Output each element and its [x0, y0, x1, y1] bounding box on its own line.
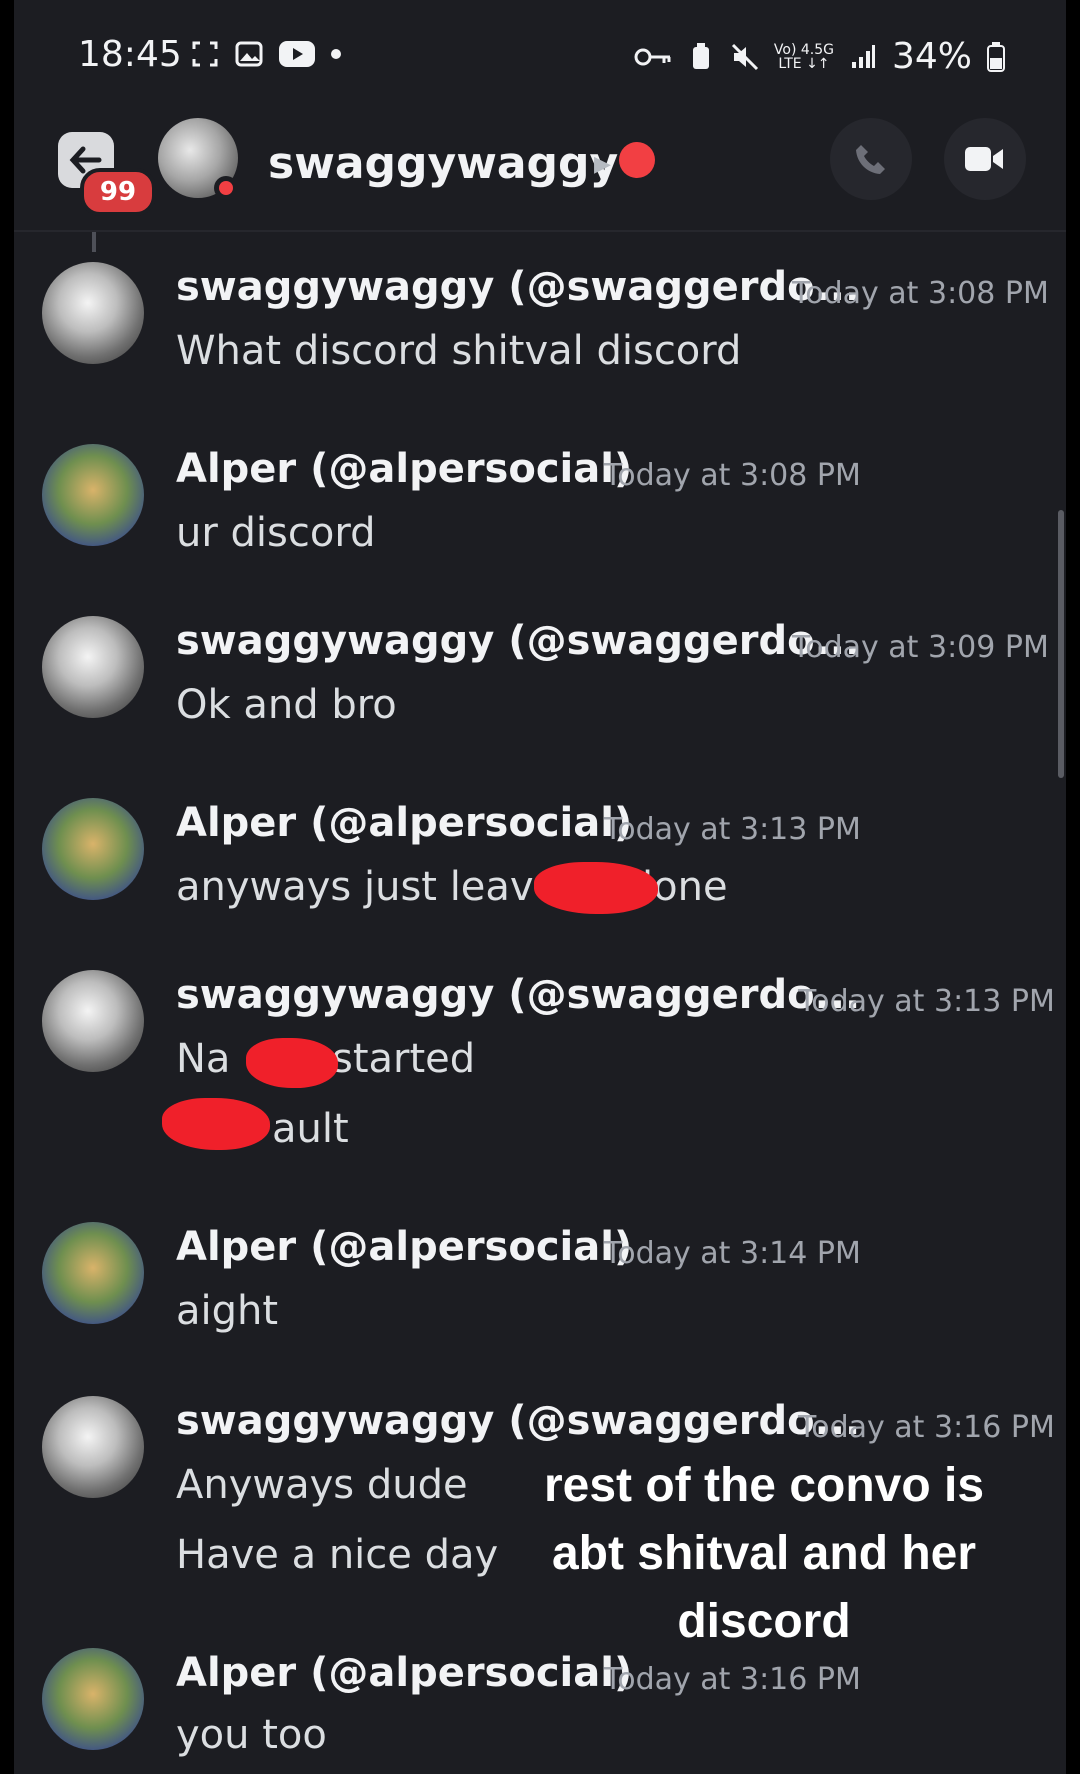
- message-text: you too: [176, 1712, 327, 1758]
- message-text: What discord shitval discord: [176, 328, 742, 374]
- message-author[interactable]: Alper (@alpersocial): [176, 800, 632, 846]
- avatar[interactable]: [42, 970, 144, 1072]
- chevron-right-icon[interactable]: ▶: [594, 152, 611, 177]
- message-text: Na: [176, 1036, 231, 1082]
- youtube-icon: [278, 40, 316, 68]
- message-text: Have a nice day: [176, 1532, 499, 1578]
- channel-title[interactable]: swaggywaggy: [268, 138, 618, 189]
- avatar[interactable]: [42, 262, 144, 364]
- message-author[interactable]: swaggywaggy (@swaggerdo...: [176, 972, 860, 1018]
- redaction-mark: [162, 1098, 270, 1150]
- system-icons: Vo) 4.5G LTE ↓↑ 34%: [634, 36, 1006, 77]
- screenshot-icon: [190, 40, 220, 68]
- message-text: Anyways dude: [176, 1462, 468, 1508]
- redaction-mark: [246, 1038, 338, 1088]
- avatar[interactable]: [42, 798, 144, 900]
- message-author[interactable]: swaggywaggy (@swaggerdo...: [176, 618, 860, 664]
- redaction-mark: [534, 862, 658, 914]
- message-timestamp: Today at 3:08 PM: [792, 276, 1049, 311]
- message-text: Ok and bro: [176, 682, 397, 728]
- message-author[interactable]: swaggywaggy (@swaggerdo...: [176, 1398, 860, 1444]
- message-text: started: [332, 1036, 476, 1082]
- scrollbar[interactable]: [1058, 510, 1064, 778]
- dnd-status-icon: [214, 176, 238, 200]
- message-timestamp: Today at 3:09 PM: [792, 630, 1049, 665]
- battery-icon: [986, 41, 1006, 72]
- call-icon: [856, 145, 885, 174]
- message-timestamp: Today at 3:13 PM: [798, 984, 1055, 1019]
- overlay-caption: rest of the convo is abt shitval and her…: [543, 1459, 985, 1648]
- notification-icons: [190, 40, 342, 68]
- avatar[interactable]: [42, 616, 144, 718]
- message-author[interactable]: Alper (@alpersocial): [176, 1650, 632, 1696]
- globe-icon: [619, 142, 655, 178]
- unread-badge: 99: [80, 168, 156, 216]
- message-timestamp: Today at 3:14 PM: [604, 1236, 861, 1271]
- video-icon: [965, 147, 1003, 171]
- mute-icon: [730, 43, 760, 71]
- avatar[interactable]: [42, 1648, 144, 1750]
- network-type: Vo) 4.5G LTE ↓↑: [773, 41, 834, 72]
- message-timestamp: Today at 3:08 PM: [604, 458, 861, 493]
- dot-icon: [330, 40, 342, 68]
- chat-header: 99 swaggywaggy ▶: [14, 118, 1066, 232]
- message-text: aight: [176, 1288, 279, 1334]
- message-text: anyways just leave: [176, 864, 559, 910]
- battery-saver-icon: [686, 42, 716, 71]
- status-bar: 18:45 Vo) 4.5G LTE ↓↑ 34%: [14, 0, 1066, 118]
- message-text: ur discord: [176, 510, 376, 556]
- message-timestamp: Today at 3:16 PM: [604, 1662, 861, 1697]
- gallery-icon: [234, 40, 264, 68]
- battery-percent: 34%: [891, 36, 972, 77]
- avatar[interactable]: [42, 1396, 144, 1498]
- discord-app: 18:45 Vo) 4.5G LTE ↓↑ 34% 99 swaggywaggy…: [14, 0, 1066, 1774]
- message-text: ault: [272, 1106, 349, 1152]
- thread-connector: [92, 232, 96, 252]
- message-author[interactable]: Alper (@alpersocial): [176, 1224, 632, 1270]
- video-call-button[interactable]: [944, 118, 1026, 200]
- message-author[interactable]: swaggywaggy (@swaggerdo...: [176, 264, 860, 310]
- vpn-key-icon: [634, 43, 672, 71]
- message-timestamp: Today at 3:16 PM: [798, 1410, 1055, 1445]
- signal-icon: [848, 43, 878, 71]
- avatar[interactable]: [42, 444, 144, 546]
- avatar[interactable]: [42, 1222, 144, 1324]
- message-author[interactable]: Alper (@alpersocial): [176, 446, 632, 492]
- message-timestamp: Today at 3:13 PM: [604, 812, 861, 847]
- voice-call-button[interactable]: [830, 118, 912, 200]
- status-time: 18:45: [78, 34, 182, 75]
